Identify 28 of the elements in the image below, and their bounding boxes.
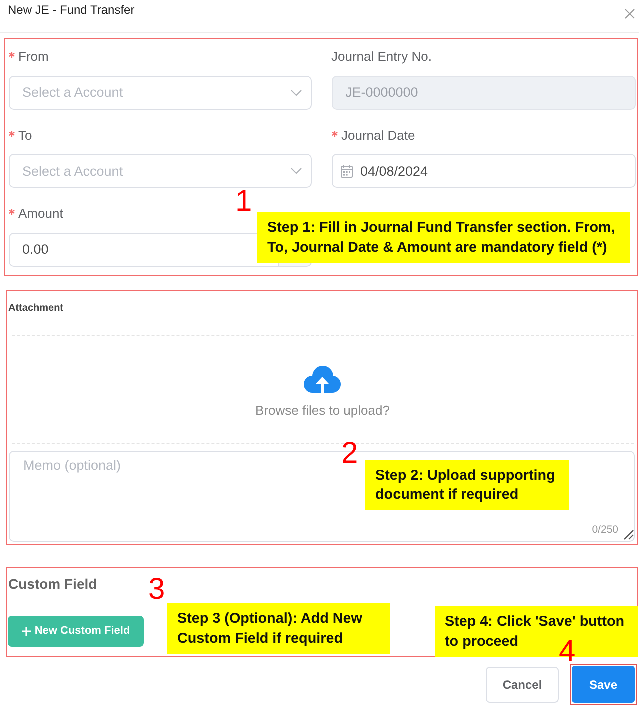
- section-title: Attachment: [8, 302, 64, 316]
- resize-grip-icon[interactable]: [622, 528, 634, 540]
- date-field[interactable]: 04/08/2024: [332, 154, 636, 188]
- upload-prompt: Browse files to upload?: [256, 402, 390, 418]
- account-select[interactable]: Select a Account: [8, 154, 312, 188]
- cancel-button[interactable]: Cancel: [486, 666, 559, 702]
- field-label: Journal Entry No.: [332, 48, 432, 66]
- step-number: 3: [148, 578, 166, 602]
- plus-icon: [22, 626, 31, 636]
- close-icon[interactable]: [625, 9, 635, 19]
- field-label: Journal Date: [342, 126, 416, 144]
- step-tooltip: Step 1: Fill in Journal Fund Transfer section. From, To, Journal Date & Amount are mandatory field (*): [256, 212, 630, 262]
- field-label: To: [18, 126, 32, 144]
- account-select[interactable]: Select a Account: [8, 76, 312, 110]
- field-label: Amount: [18, 205, 64, 223]
- step-tooltip: Step 3 (Optional): Add New Custom Field if required: [166, 602, 390, 654]
- chevron-down-icon: [290, 90, 302, 96]
- chevron-down-icon: [290, 168, 302, 174]
- cloud-upload-icon: [304, 364, 342, 392]
- field-label: From: [18, 48, 49, 66]
- upload-dropzone[interactable]: Browse files to upload?: [12, 334, 634, 444]
- dialog-title: New JE - Fund Transfer: [8, 2, 135, 18]
- calendar-icon: [340, 164, 352, 178]
- section-title: Custom Field: [8, 575, 98, 593]
- character-counter: 0/250: [592, 522, 618, 536]
- step-tooltip: Step 2: Upload supporting document if required: [364, 460, 568, 510]
- step-number: 1: [236, 190, 252, 214]
- save-button[interactable]: Save: [572, 666, 635, 703]
